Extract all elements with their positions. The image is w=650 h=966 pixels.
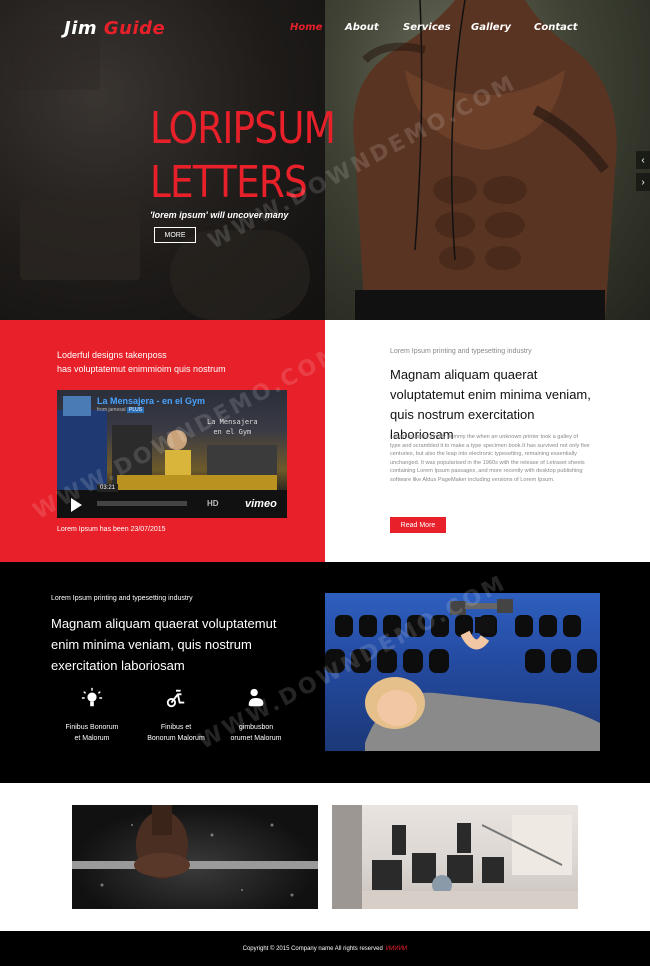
video-from-user[interactable]: jamesal [108,407,125,413]
video-plus-badge: PLUS [127,407,145,413]
training-photo [325,593,600,751]
slider-next-arrow-icon[interactable]: › [636,173,650,191]
features-small-heading: Lorem Ipsum printing and typesetting ind… [51,595,193,602]
logo-text-second: Guide [103,18,166,39]
video-time: 03:21 [97,484,119,492]
gallery-section [0,783,650,931]
footer-copyright: Copyright © 2015 Company name All rights… [242,945,383,952]
feature-item-2[interactable]: Finibus et Bonorum Malorum [141,687,211,744]
gym-interior-photo[interactable] [332,805,578,909]
hero-athlete-photo [325,0,650,320]
video-panel: Loderful designs takenposs has voluptate… [0,320,325,562]
nav-gallery[interactable]: Gallery [471,22,511,33]
nav-home[interactable]: Home [290,22,322,33]
more-button[interactable]: MORE [154,227,196,243]
hero-title: LORIPSUM LETTERS [150,102,336,210]
footer-link[interactable]: ИИИИИ [386,946,408,952]
hero-subtitle: 'lorem ipsum' will uncover many [150,210,289,220]
slider-prev-arrow-icon[interactable]: ‹ [636,151,650,169]
logo-text-first: Jim [64,18,98,39]
video-overlay-title: La Mensajera en el Gym [207,417,258,437]
video-panel-text: Loderful designs takenposs has voluptate… [57,348,226,376]
about-panel: Lorem Ipsum printing and typesetting ind… [325,320,650,562]
feature-3-line2: orumet Malorum [230,735,282,742]
video-overlay-line1: La Mensajera [207,418,258,426]
video-controls: 03:21 HD vimeo [57,484,287,518]
play-icon[interactable] [71,498,82,512]
nav-about[interactable]: About [345,22,379,33]
intro-section: Loderful designs takenposs has voluptate… [0,320,650,562]
barbell-grip-photo[interactable] [72,805,318,909]
video-from: from jamesal PLUS [97,407,145,413]
hero-section: Jim Guide Home About Services Gallery Co… [0,0,650,320]
hero-title-line1: LORIPSUM [150,103,336,154]
feature-item-1[interactable]: Finibus Bonorum et Malorum [57,687,127,744]
flexed-arm-icon [248,688,264,707]
video-author-avatar[interactable] [63,396,91,416]
feature-1-line1: Finibus Bonorum [65,724,119,731]
features-section: Lorem Ipsum printing and typesetting ind… [0,562,650,783]
feature-3-line1: gimbusbon [238,724,274,731]
exercise-bike-icon [166,689,185,708]
hero-title-line2: LETTERS [150,157,308,208]
hd-icon[interactable]: HD [207,499,219,508]
video-progress-bar[interactable] [97,501,187,506]
video-player[interactable]: La Mensajera - en el Gym from jamesal PL… [57,390,287,518]
nav-contact[interactable]: Contact [534,22,578,33]
video-overlay-line2: en el Gym [213,428,252,436]
feature-item-3[interactable]: gimbusbon orumet Malorum [221,687,291,744]
site-footer: Copyright © 2015 Company name All rights… [0,931,650,966]
video-date-text: Lorem Ipsum has been 23/07/2015 [57,526,166,533]
video-from-prefix: from [97,407,107,413]
video-panel-line2: has voluptatemut enimmioim quis nostrum [57,364,226,374]
features-heading: Magnam aliquam quaerat voluptatemut enim… [51,616,277,673]
about-body: Lorem Ipsum is simply dummy the when an … [390,434,590,483]
site-logo[interactable]: Jim Guide [64,18,165,39]
about-small-heading: Lorem Ipsum printing and typesetting ind… [390,348,532,355]
vimeo-logo[interactable]: vimeo [245,498,277,510]
video-panel-line1: Loderful designs takenposs [57,350,167,360]
sparkle-icon [81,687,103,707]
nav-services[interactable]: Services [403,22,451,33]
feature-2-line2: Bonorum Malorum [147,735,205,742]
feature-2-line1: Finibus et [160,724,192,731]
read-more-button[interactable]: Read More [390,517,446,533]
feature-1-line2: et Malorum [74,735,110,742]
video-title[interactable]: La Mensajera - en el Gym [97,396,205,406]
